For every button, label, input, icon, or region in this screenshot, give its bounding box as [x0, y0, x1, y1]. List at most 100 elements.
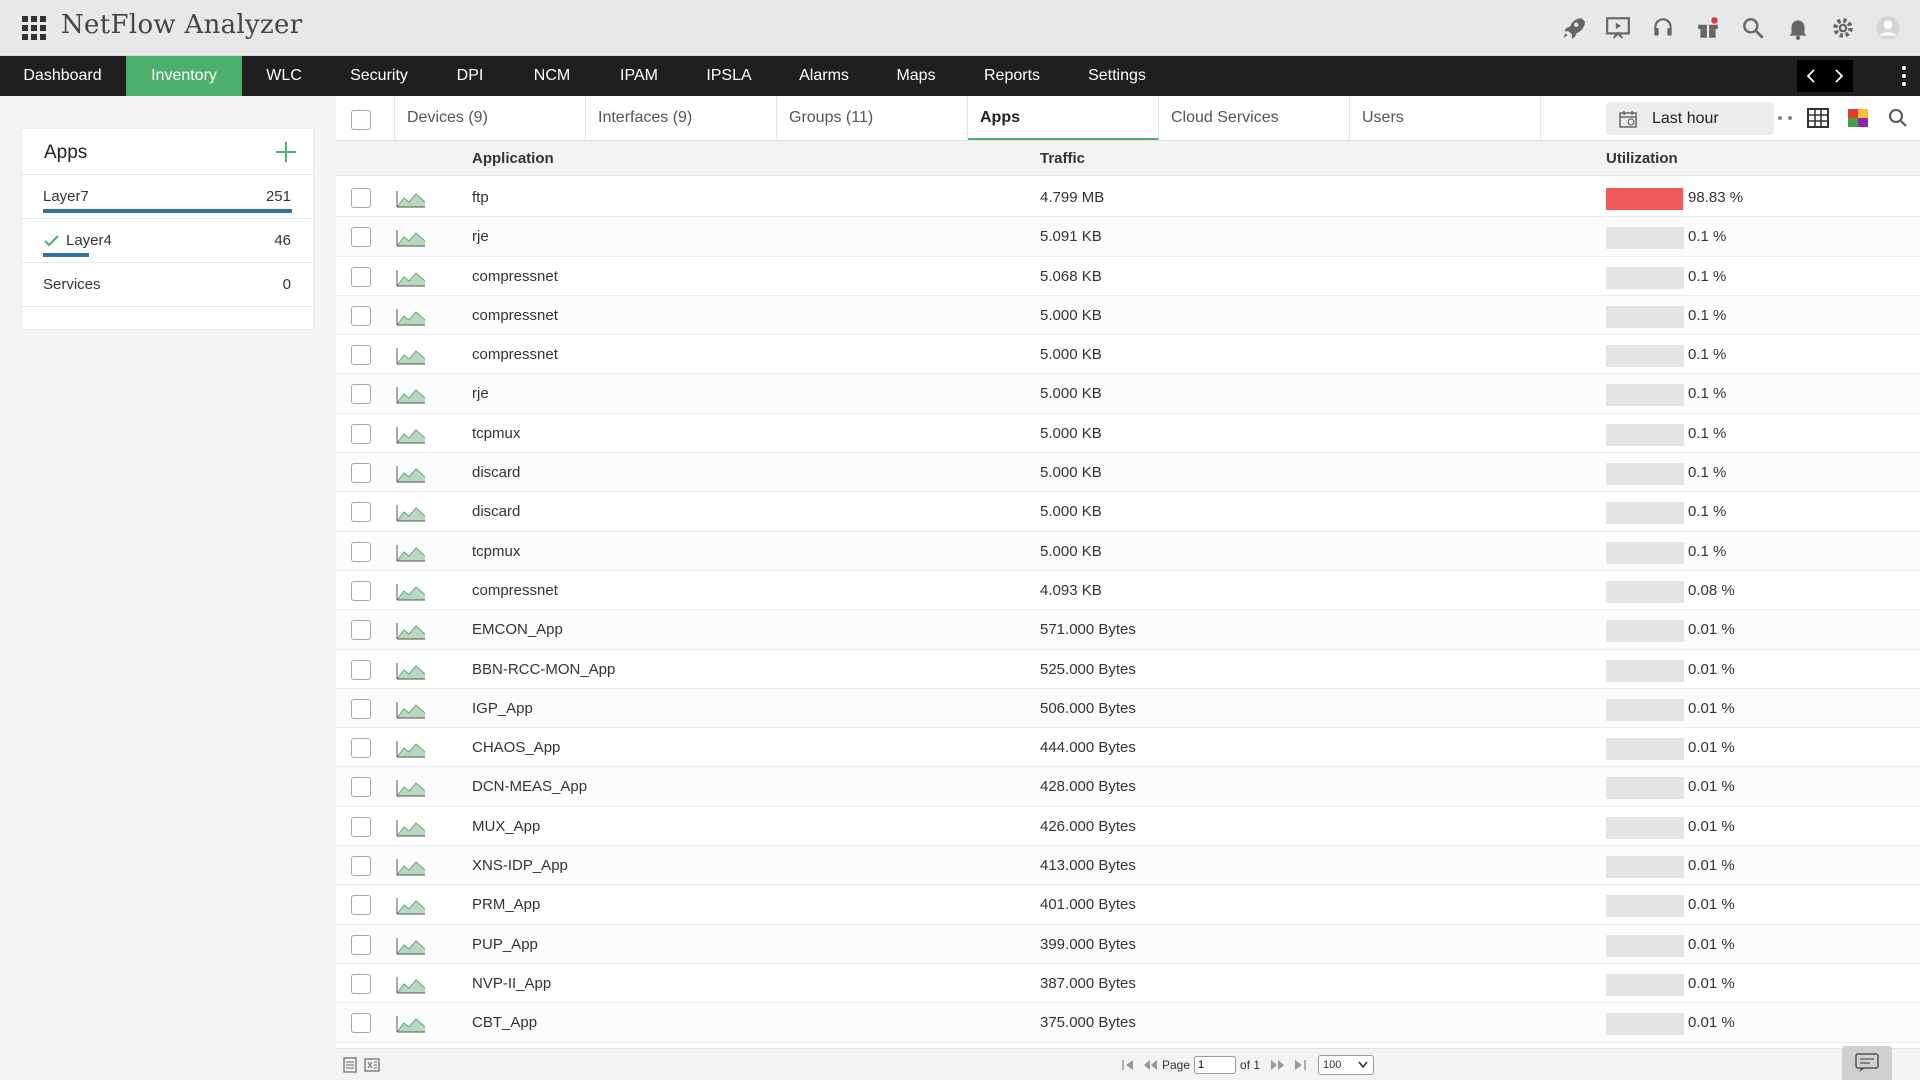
row-checkbox[interactable] — [351, 305, 371, 326]
gear-icon[interactable] — [1825, 10, 1861, 46]
row-checkbox[interactable] — [351, 973, 371, 994]
row-checkbox[interactable] — [351, 895, 371, 916]
application-name[interactable]: CHAOS_App — [472, 739, 560, 756]
tab-cloud-services[interactable]: Cloud Services — [1159, 96, 1350, 140]
time-range-selector[interactable]: Last hour — [1606, 102, 1774, 135]
export-csv-icon[interactable] — [342, 1057, 358, 1073]
row-checkbox[interactable] — [351, 777, 371, 798]
row-checkbox[interactable] — [351, 934, 371, 955]
table-row[interactable]: rje 5.000 KB 0.1 % — [336, 374, 1920, 414]
nav-dpi[interactable]: DPI — [446, 56, 494, 96]
table-row[interactable]: MUX_App 426.000 Bytes 0.01 % — [336, 806, 1920, 847]
application-name[interactable]: DCN-MEAS_App — [472, 778, 587, 795]
traffic-graph-icon[interactable] — [396, 386, 426, 404]
application-name[interactable]: rje — [472, 385, 489, 402]
page-number-input[interactable] — [1194, 1056, 1237, 1074]
traffic-graph-icon[interactable] — [396, 819, 426, 837]
row-checkbox[interactable] — [351, 1013, 371, 1034]
table-row[interactable]: ftp 4.799 MB 98.83 % — [336, 178, 1920, 218]
traffic-graph-icon[interactable] — [396, 701, 426, 719]
tab-devices[interactable]: Devices (9) — [395, 96, 586, 140]
application-name[interactable]: compressnet — [472, 582, 558, 599]
application-name[interactable]: CBT_App — [472, 1014, 537, 1031]
row-checkbox[interactable] — [351, 227, 371, 248]
application-name[interactable]: XNS-IDP_App — [472, 857, 568, 874]
table-row[interactable]: XNS-IDP_App 413.000 Bytes 0.01 % — [336, 846, 1920, 886]
gift-icon[interactable] — [1690, 10, 1726, 46]
row-checkbox[interactable] — [351, 345, 371, 366]
sidebar-item-layer4[interactable]: Layer4 46 — [22, 219, 313, 263]
rocket-icon[interactable] — [1555, 10, 1591, 46]
traffic-graph-icon[interactable] — [396, 190, 426, 208]
drag-handle-icon[interactable] — [1778, 116, 1792, 121]
application-name[interactable]: compressnet — [472, 268, 558, 285]
tab-users[interactable]: Users — [1350, 96, 1541, 140]
application-name[interactable]: NVP-II_App — [472, 975, 551, 992]
chevron-right-icon[interactable] — [1825, 60, 1853, 92]
table-row[interactable]: tcpmux 5.000 KB 0.1 % — [336, 413, 1920, 454]
traffic-graph-icon[interactable] — [396, 622, 426, 640]
page-size-select[interactable]: 100 — [1318, 1055, 1375, 1075]
application-name[interactable]: BBN-RCC-MON_App — [472, 661, 615, 678]
nav-security[interactable]: Security — [340, 56, 418, 96]
traffic-graph-icon[interactable] — [396, 504, 426, 522]
sidebar-item-services[interactable]: Services 0 — [22, 263, 313, 307]
more-menu-icon[interactable] — [1896, 62, 1912, 90]
tab-groups[interactable]: Groups (11) — [777, 96, 968, 140]
search-icon[interactable] — [1886, 106, 1910, 130]
traffic-graph-icon[interactable] — [396, 858, 426, 876]
next-page-icon[interactable] — [1268, 1055, 1288, 1075]
column-traffic[interactable]: Traffic — [1040, 150, 1085, 167]
bell-icon[interactable] — [1780, 10, 1816, 46]
nav-dashboard[interactable]: Dashboard — [0, 56, 125, 96]
app-grid-icon[interactable] — [22, 16, 46, 40]
application-name[interactable]: MUX_App — [472, 818, 540, 835]
table-row[interactable]: CHAOS_App 444.000 Bytes 0.01 % — [336, 728, 1920, 768]
table-row[interactable]: tcpmux 5.000 KB 0.1 % — [336, 531, 1920, 571]
traffic-graph-icon[interactable] — [396, 976, 426, 994]
traffic-graph-icon[interactable] — [396, 269, 426, 287]
application-name[interactable]: PUP_App — [472, 936, 538, 953]
traffic-graph-icon[interactable] — [396, 544, 426, 562]
row-checkbox[interactable] — [351, 266, 371, 287]
column-application[interactable]: Application — [472, 150, 554, 167]
table-row[interactable]: NVP-II_App 387.000 Bytes 0.01 % — [336, 963, 1920, 1004]
row-checkbox[interactable] — [351, 659, 371, 680]
application-name[interactable]: discard — [472, 503, 520, 520]
table-row[interactable]: IGP_App 506.000 Bytes 0.01 % — [336, 688, 1920, 729]
row-checkbox[interactable] — [351, 188, 371, 208]
row-checkbox[interactable] — [351, 698, 371, 719]
application-name[interactable]: IGP_App — [472, 700, 533, 717]
traffic-graph-icon[interactable] — [396, 347, 426, 365]
first-page-icon[interactable] — [1118, 1055, 1138, 1075]
row-checkbox[interactable] — [351, 384, 371, 405]
table-row[interactable]: discard 5.000 KB 0.1 % — [336, 453, 1920, 493]
application-name[interactable]: tcpmux — [472, 425, 520, 442]
row-checkbox[interactable] — [351, 541, 371, 562]
sidebar-item-layer7[interactable]: Layer7 251 — [22, 175, 313, 219]
nav-ncm[interactable]: NCM — [526, 56, 578, 96]
user-avatar-icon[interactable] — [1870, 10, 1906, 46]
table-row[interactable]: compressnet 5.000 KB 0.1 % — [336, 295, 1920, 336]
traffic-graph-icon[interactable] — [396, 937, 426, 955]
traffic-graph-icon[interactable] — [396, 465, 426, 483]
chat-icon[interactable] — [1842, 1046, 1892, 1080]
row-checkbox[interactable] — [351, 580, 371, 601]
traffic-graph-icon[interactable] — [396, 1015, 426, 1033]
application-name[interactable]: ftp — [472, 189, 489, 206]
row-checkbox[interactable] — [351, 463, 371, 484]
traffic-graph-icon[interactable] — [396, 779, 426, 797]
nav-maps[interactable]: Maps — [890, 56, 942, 96]
application-name[interactable]: compressnet — [472, 307, 558, 324]
application-name[interactable]: PRM_App — [472, 896, 540, 913]
table-row[interactable]: PUP_App 399.000 Bytes 0.01 % — [336, 924, 1920, 964]
nav-settings[interactable]: Settings — [1082, 56, 1152, 96]
table-row[interactable]: rje 5.091 KB 0.1 % — [336, 217, 1920, 257]
table-row[interactable]: PRM_App 401.000 Bytes 0.01 % — [336, 885, 1920, 925]
table-row[interactable]: compressnet 5.000 KB 0.1 % — [336, 335, 1920, 375]
row-checkbox[interactable] — [351, 502, 371, 523]
nav-ipam[interactable]: IPAM — [612, 56, 666, 96]
traffic-graph-icon[interactable] — [396, 583, 426, 601]
table-row[interactable]: compressnet 5.068 KB 0.1 % — [336, 256, 1920, 296]
add-icon[interactable] — [273, 139, 299, 165]
